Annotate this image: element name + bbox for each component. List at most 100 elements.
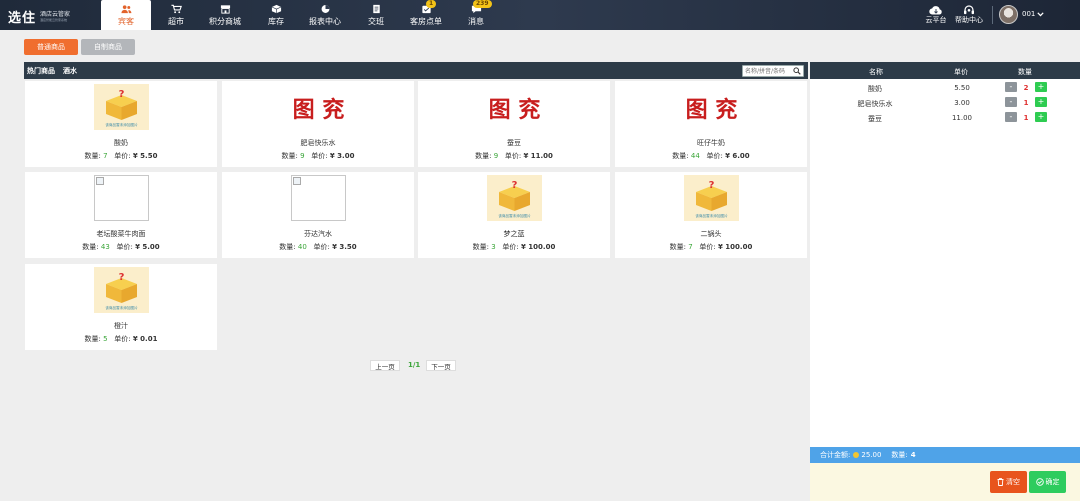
headset-icon [964,5,974,15]
price-label: 单价: [114,152,131,160]
increase-qty-button[interactable]: + [1035,97,1047,107]
product-card[interactable]: ? 该商品暂未添加图片 二锅头 数量: 7 单价: ¥ 100.00 [615,172,807,258]
product-qty: 3 [491,243,496,251]
nav-item-room-order[interactable]: 客房点单 1 [401,0,451,30]
qty-label: 数量: [84,335,101,343]
people-icon [120,4,131,13]
confirm-button[interactable]: 确定 [1029,471,1066,493]
nav-label-supermarket: 超市 [168,16,184,26]
category-hot[interactable]: 热门商品 [27,66,55,76]
category-drinks[interactable]: 酒水 [63,66,77,76]
increase-qty-button[interactable]: + [1035,112,1047,122]
document-icon [372,4,380,13]
logo-main-text: 选住 [8,11,37,26]
product-qty: 7 [688,243,693,251]
tab-normal-goods[interactable]: 普通商品 [24,39,78,55]
store-icon [220,4,230,14]
product-name: 旺仔牛奶 [697,139,725,147]
product-card[interactable]: 老坛酸菜牛肉面 数量: 43 单价: ¥ 5.00 [25,172,217,258]
product-name: 酸奶 [114,139,128,147]
nav-item-messages[interactable]: 消息 239 [451,0,501,30]
nav-label-room-order: 客房点单 [410,16,442,26]
product-meta: 数量: 7 单价: ¥ 5.50 [25,151,217,161]
svg-text:图 兖: 图 兖 [686,97,738,123]
clear-cart-button[interactable]: 清空 [990,471,1027,493]
product-card[interactable]: ? 该商品暂未添加图片 橙汁 数量: 5 单价: ¥ 0.01 [25,264,217,350]
search-icon[interactable] [793,67,801,75]
category-bar: 热门商品 酒水 [24,62,808,79]
nav-item-shift[interactable]: 交班 [351,0,401,30]
decrease-qty-button[interactable]: - [1005,82,1017,92]
product-name: 梦之蓝 [503,230,525,238]
qty-label: 数量: [82,243,99,251]
cart-row: 肥皂快乐水 3.00 -1 + [810,96,1080,109]
product-card[interactable]: 图 兖蚕豆 数量: 9 单价: ¥ 11.00 [418,81,610,167]
product-meta: 数量: 9 单价: ¥ 3.00 [222,151,414,161]
nav-item-guests[interactable]: 宾客 [101,0,151,30]
prev-page-button[interactable]: 上一页 [370,360,400,371]
decrease-qty-button[interactable]: - [1005,112,1017,122]
no-image-placeholder: ? 该商品暂未添加图片 [94,84,149,130]
top-nav: 选住 酒店云管家 酒店智能云管家系统 宾客 超市 积分商城 库存 报表中心 交班… [0,0,1080,30]
svg-text:?: ? [512,180,518,191]
messages-badge: 239 [473,0,492,8]
nav-item-inventory[interactable]: 库存 [251,0,301,30]
product-name: 老坛酸菜牛肉面 [96,230,146,238]
qty-label: 数量: [84,152,101,160]
decrease-qty-button[interactable]: - [1005,97,1017,107]
product-card[interactable]: 图 兖旺仔牛奶数量: 44 单价: ¥ 6.00 [615,81,807,167]
product-card[interactable]: 芬达汽水 数量: 40 单价: ¥ 3.50 [222,172,414,258]
piechart-icon [321,4,329,13]
chevron-down-icon [1037,11,1045,16]
product-meta: 数量: 9 单价: ¥ 11.00 [418,151,610,161]
svg-text:图 兖: 图 兖 [489,97,541,123]
cart-item-qty: 1 [1023,99,1029,107]
nav-label-inventory: 库存 [268,16,284,26]
increase-qty-button[interactable]: + [1035,82,1047,92]
help-center-link[interactable]: 帮助中心 [952,0,986,30]
product-card[interactable]: ? 该商品暂未添加图片酸奶数量: 7 单价: ¥ 5.50 [25,81,217,167]
price-label: 单价: [114,335,131,343]
next-page-button[interactable]: 下一页 [426,360,456,371]
broken-image-icon [94,175,149,221]
product-name: 二锅头 [700,230,722,238]
check-circle-icon [1035,478,1044,486]
product-card[interactable]: 图 兖肥皂快乐水 数量: 9 单价: ¥ 3.00 [222,81,414,167]
cart-item-name: 蚕豆 [868,115,882,123]
product-card[interactable]: ? 该商品暂未添加图片 梦之蓝数量: 3 单价: ¥ 100.00 [418,172,610,258]
product-qty: 43 [100,243,110,251]
user-menu[interactable]: 001 [1022,10,1045,18]
cart-item-qty: 2 [1023,84,1029,92]
nav-item-report-center[interactable]: 报表中心 [300,0,350,30]
product-qty: 9 [493,152,499,160]
price-label: 单价: [504,152,522,160]
product-price: ¥ 5.00 [135,243,160,251]
nav-label-report-center: 报表中心 [309,16,341,26]
room-order-badge: 1 [426,0,437,8]
price-label: 单价: [502,243,519,251]
cloud-platform-link[interactable]: 云平台 [921,0,951,30]
tab-custom-goods[interactable]: 自制商品 [81,39,135,55]
nav-label-messages: 消息 [468,16,484,26]
user-avatar[interactable] [999,5,1018,24]
qty-label: 数量: [279,243,296,251]
product-meta: 数量: 3 单价: ¥ 100.00 [418,242,610,252]
total-label: 合计金额: [820,451,851,459]
nav-item-points-mall[interactable]: 积分商城 [200,0,250,30]
no-image-placeholder: ? 该商品暂未添加图片 [684,175,739,221]
cart-col-name: 名称 [869,68,883,76]
broken-image-icon [291,175,346,221]
product-qty: 5 [103,335,108,343]
svg-text:该商品暂未添加图片: 该商品暂未添加图片 [498,213,531,218]
handwriting-image: 图 兖 [293,97,345,123]
cart-item-price: 5.50 [954,84,970,92]
cart-row: 酸奶 5.50 -2 + [810,81,1080,94]
product-meta: 数量: 44 单价: ¥ 6.00 [615,151,807,161]
svg-text:该商品暂未添加图片: 该商品暂未添加图片 [105,305,138,310]
cart-panel: 名称 单价 数量 酸奶 5.50-2 + 肥皂快乐水 3.00-1 + 蚕豆 11.00-1 +… [810,62,1080,501]
cart-row: 蚕豆 11.00 -1 + [810,111,1080,124]
logo-sub-small: 酒店智能云管家系统 [40,18,68,22]
nav-item-supermarket[interactable]: 超市 [151,0,201,30]
cart-item-name: 肥皂快乐水 [857,100,893,108]
svg-text:?: ? [119,272,125,283]
